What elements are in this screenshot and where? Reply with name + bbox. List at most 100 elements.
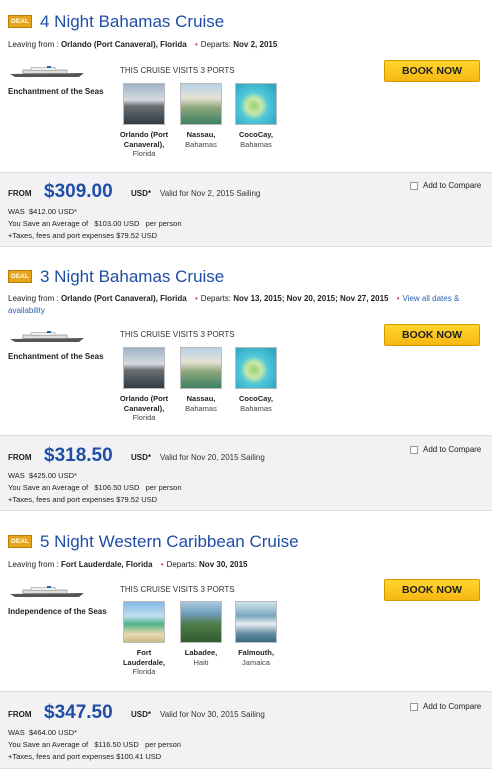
ports-visited-heading: THIS CRUISE VISITS 3 PORTS (120, 66, 235, 75)
savings-line: You Save an Average of $116.50 USD per p… (8, 739, 181, 750)
ports-visited-heading: THIS CRUISE VISITS 3 PORTS (120, 330, 235, 339)
resort-photo[interactable] (180, 83, 222, 125)
from-label: FROM (8, 453, 32, 462)
add-to-compare[interactable]: Add to Compare (410, 445, 481, 454)
leaving-from-label: Leaving from : (8, 560, 59, 569)
origin-port: Orlando (Port Canaveral), Florida (60, 294, 187, 303)
leaving-from-line: Leaving from : Fort Lauderdale, Florida … (8, 559, 493, 571)
per-person-label: per person (145, 483, 182, 492)
taxes-line: +Taxes, fees and port expenses $100.41 U… (8, 752, 162, 761)
add-to-compare[interactable]: Add to Compare (410, 181, 481, 190)
port-item[interactable]: Orlando (Port Canaveral), Florida (117, 347, 171, 423)
coast-photo[interactable] (180, 601, 222, 643)
port-item[interactable]: Nassau, Bahamas (174, 83, 228, 149)
port-country: Florida (132, 149, 156, 158)
book-now-button[interactable]: BOOK NOW (384, 579, 480, 601)
port-name: Nassau, (186, 130, 216, 139)
bullet-icon: • (396, 294, 400, 303)
cruise-card: DEAL 5 Night Western Caribbean Cruise Le… (0, 519, 492, 771)
was-price-line: WAS $425.00 USD* (8, 470, 77, 481)
price: $309.00 (44, 181, 113, 202)
valid-sailing: Valid for Nov 30, 2015 Sailing (160, 710, 265, 719)
was-label: WAS (8, 207, 25, 216)
ports-visited-heading: THIS CRUISE VISITS 3 PORTS (120, 585, 235, 594)
was-label: WAS (8, 728, 25, 737)
cruise-title[interactable]: 4 Night Bahamas Cruise (40, 12, 224, 32)
currency-label: USD* (131, 453, 152, 462)
savings-amount: $106.50 USD (94, 483, 140, 492)
island-aerial-photo[interactable] (235, 83, 277, 125)
compare-checkbox[interactable] (410, 181, 418, 190)
ship-icon (10, 586, 84, 597)
taxes-line: +Taxes, fees and port expenses $79.52 US… (8, 495, 158, 504)
compare-label: Add to Compare (423, 181, 482, 190)
pier-photo[interactable] (123, 347, 165, 389)
port-item[interactable]: Nassau, Bahamas (174, 347, 228, 413)
deal-badge: DEAL (8, 15, 32, 28)
currency-label: USD* (131, 189, 152, 198)
compare-label: Add to Compare (423, 445, 482, 454)
port-name: Orlando (Port Canaveral), (119, 394, 169, 413)
was-price-line: WAS $412.00 USD* (8, 206, 77, 217)
compare-checkbox[interactable] (410, 702, 418, 711)
port-country: Jamaica (242, 657, 270, 667)
cruise-card: DEAL 4 Night Bahamas Cruise Leaving from… (0, 0, 492, 250)
departure-dates: Nov 30, 2015 (199, 560, 248, 569)
was-price: $412.00 USD* (28, 207, 77, 216)
port-country: Bahamas (240, 139, 272, 149)
departs-label: Departs: (200, 40, 232, 49)
valid-sailing: Valid for Nov 20, 2015 Sailing (160, 453, 265, 462)
per-person-label: per person (145, 219, 182, 228)
deal-badge: DEAL (8, 535, 32, 548)
cruise-card-top: DEAL 3 Night Bahamas Cruise Leaving from… (0, 256, 492, 435)
ship-name: Enchantment of the Seas (8, 352, 104, 361)
book-now-button[interactable]: BOOK NOW (384, 324, 480, 346)
valid-sailing: Valid for Nov 2, 2015 Sailing (160, 189, 261, 198)
price: $347.50 (44, 702, 113, 723)
currency-label: USD* (131, 710, 152, 719)
cruise-card-top: DEAL 5 Night Western Caribbean Cruise Le… (0, 519, 492, 691)
savings-amount: $103.00 USD (94, 219, 140, 228)
cruise-title[interactable]: 3 Night Bahamas Cruise (40, 267, 224, 287)
port-country: Bahamas (185, 403, 217, 413)
savings-line: You Save an Average of $106.50 USD per p… (8, 482, 182, 493)
per-person-label: per person (145, 740, 181, 749)
book-now-button[interactable]: BOOK NOW (384, 60, 480, 82)
savings-amount: $116.50 USD (94, 740, 139, 749)
port-item[interactable]: Falmouth, Jamaica (229, 601, 283, 667)
port-name: Orlando (Port Canaveral), (119, 130, 169, 149)
port-name: Nassau, (186, 394, 216, 403)
deal-badge: DEAL (8, 270, 32, 283)
pier-photo[interactable] (123, 83, 165, 125)
ship-name: Enchantment of the Seas (8, 87, 104, 96)
cruise-card: DEAL 3 Night Bahamas Cruise Leaving from… (0, 256, 492, 514)
port-name: Fort Lauderdale, (122, 648, 166, 667)
port-country: Bahamas (185, 139, 217, 149)
resort-photo[interactable] (180, 347, 222, 389)
port-item[interactable]: CocoCay, Bahamas (229, 83, 283, 149)
compare-checkbox[interactable] (410, 445, 418, 454)
was-price: $425.00 USD* (28, 471, 77, 480)
port-country: Haiti (193, 657, 209, 667)
beach-photo[interactable] (123, 601, 165, 643)
departs-label: Departs: (200, 294, 232, 303)
port-name: CocoCay, (238, 130, 274, 139)
add-to-compare[interactable]: Add to Compare (410, 702, 481, 711)
origin-port: Orlando (Port Canaveral), Florida (60, 40, 187, 49)
port-item[interactable]: Orlando (Port Canaveral), Florida (117, 83, 171, 159)
savings-label: You Save an Average of (8, 219, 89, 228)
port-item[interactable]: Labadee, Haiti (174, 601, 228, 667)
origin-port: Fort Lauderdale, Florida (60, 560, 153, 569)
port-country: Florida (132, 667, 156, 676)
savings-line: You Save an Average of $103.00 USD per p… (8, 218, 182, 229)
compare-label: Add to Compare (423, 702, 482, 711)
island-aerial-photo[interactable] (235, 347, 277, 389)
port-item[interactable]: Fort Lauderdale, Florida (117, 601, 171, 677)
price-panel: FROM $309.00 USD* Valid for Nov 2, 2015 … (0, 172, 492, 247)
waterfall-photo[interactable] (235, 601, 277, 643)
port-country: Florida (132, 413, 156, 422)
leaving-from-label: Leaving from : (8, 40, 59, 49)
was-price-line: WAS $464.00 USD* (8, 727, 77, 738)
cruise-title[interactable]: 5 Night Western Caribbean Cruise (40, 532, 299, 552)
port-item[interactable]: CocoCay, Bahamas (229, 347, 283, 413)
